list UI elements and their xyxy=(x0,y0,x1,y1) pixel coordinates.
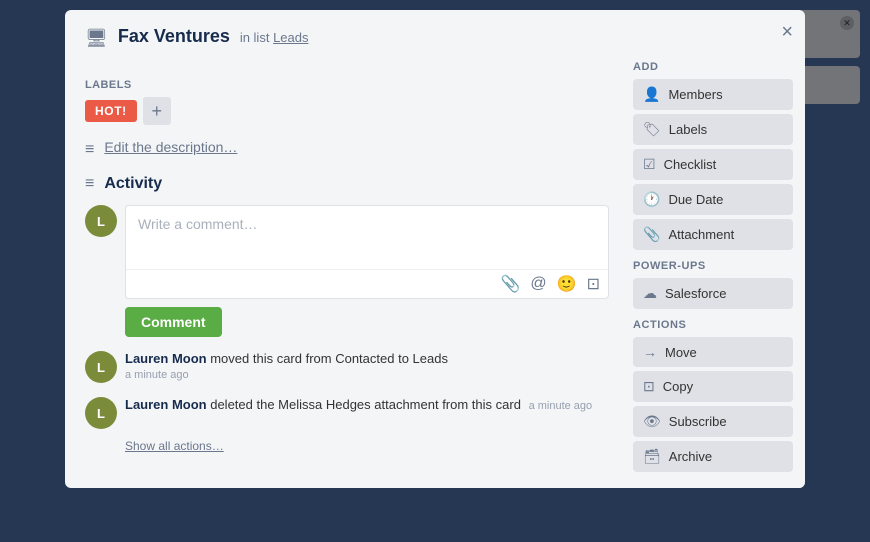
subscribe-icon: 👁 xyxy=(643,413,661,430)
activity-avatar-1: L xyxy=(85,351,117,383)
card-tool-icon[interactable]: ⊡ xyxy=(587,274,600,294)
labels-section-title: Labels xyxy=(85,79,609,91)
due-date-icon: 🕐 xyxy=(643,191,660,208)
close-button[interactable]: × xyxy=(781,22,793,42)
comment-button[interactable]: Comment xyxy=(125,307,222,337)
mention-tool-icon[interactable]: @ xyxy=(530,275,546,293)
comment-row: L 📎 @ 🙂 ⊡ xyxy=(85,205,609,299)
comment-box-wrapper: 📎 @ 🙂 ⊡ xyxy=(125,205,609,299)
list-name-link[interactable]: Leads xyxy=(273,30,308,45)
activity-icon: ≡ xyxy=(85,175,94,193)
labels-btn-label: Labels xyxy=(669,122,707,137)
modal-right-panel: Add 👤 Members 🏷 Labels ☑ Checklist 🕐 Due… xyxy=(625,49,805,488)
modal-overlay: × 🖥 Fax Ventures in list Leads Labels HO… xyxy=(0,0,870,542)
members-button[interactable]: 👤 Members xyxy=(633,79,793,110)
activity-text-1: Lauren Moon moved this card from Contact… xyxy=(125,351,609,381)
activity-user-1: Lauren Moon xyxy=(125,351,207,366)
move-label: Move xyxy=(665,345,697,360)
header-title-group: Fax Ventures in list Leads xyxy=(118,26,785,47)
user-avatar: L xyxy=(85,205,117,237)
edit-description-button[interactable]: Edit the description… xyxy=(104,139,237,155)
activity-avatar-2: L xyxy=(85,397,117,429)
add-label-button[interactable]: + xyxy=(143,97,171,125)
subscribe-label: Subscribe xyxy=(669,414,727,429)
copy-button[interactable]: ⊡ Copy xyxy=(633,371,793,402)
attachment-button[interactable]: 📎 Attachment xyxy=(633,219,793,250)
attachment-icon: 📎 xyxy=(643,226,660,243)
card-modal: × 🖥 Fax Ventures in list Leads Labels HO… xyxy=(65,10,805,488)
activity-action-2: deleted the Melissa Hedges attachment fr… xyxy=(207,397,521,412)
show-all-actions-button[interactable]: Show all actions… xyxy=(125,439,224,453)
salesforce-icon: ☁ xyxy=(643,285,657,302)
powerups-section-title: Power-Ups xyxy=(633,260,793,272)
activity-item-1: L Lauren Moon moved this card from Conta… xyxy=(85,351,609,383)
members-label: Members xyxy=(668,87,722,102)
in-list-label: in list Leads xyxy=(240,30,309,45)
archive-label: Archive xyxy=(669,449,712,464)
labels-row: HOT! + xyxy=(85,97,609,125)
labels-icon: 🏷 xyxy=(643,121,661,138)
archive-button[interactable]: 🗃 Archive xyxy=(633,441,793,472)
subscribe-button[interactable]: 👁 Subscribe xyxy=(633,406,793,437)
attachment-label: Attachment xyxy=(668,227,734,242)
copy-label: Copy xyxy=(663,379,693,394)
archive-icon: 🗃 xyxy=(643,448,661,465)
description-row: ≡ Edit the description… xyxy=(85,139,609,159)
card-type-icon: 🖥 xyxy=(85,28,108,49)
comment-input[interactable] xyxy=(126,206,608,266)
activity-header: ≡ Activity xyxy=(85,175,609,193)
members-icon: 👤 xyxy=(643,86,660,103)
activity-item-2: L Lauren Moon deleted the Melissa Hedges… xyxy=(85,397,609,429)
activity-user-2: Lauren Moon xyxy=(125,397,207,412)
modal-left-panel: Labels HOT! + ≡ Edit the description… ≡ … xyxy=(65,49,625,488)
checklist-label: Checklist xyxy=(664,157,717,172)
emoji-tool-icon[interactable]: 🙂 xyxy=(557,274,577,294)
hot-label-tag[interactable]: HOT! xyxy=(85,100,137,122)
attachment-tool-icon[interactable]: 📎 xyxy=(501,274,521,294)
activity-time-inline-2: a minute ago xyxy=(529,400,593,412)
move-button[interactable]: → Move xyxy=(633,337,793,367)
card-title: Fax Ventures xyxy=(118,26,230,46)
checklist-button[interactable]: ☑ Checklist xyxy=(633,149,793,180)
labels-button[interactable]: 🏷 Labels xyxy=(633,114,793,145)
salesforce-button[interactable]: ☁ Salesforce xyxy=(633,278,793,309)
description-icon: ≡ xyxy=(85,141,94,159)
modal-body: Labels HOT! + ≡ Edit the description… ≡ … xyxy=(65,49,805,488)
comment-toolbar: 📎 @ 🙂 ⊡ xyxy=(126,269,608,298)
checklist-icon: ☑ xyxy=(643,156,656,173)
activity-action-1: moved this card from Contacted to Leads xyxy=(207,351,448,366)
labels-section: Labels HOT! + xyxy=(85,79,609,125)
actions-section-title: Actions xyxy=(633,319,793,331)
move-icon: → xyxy=(643,344,657,360)
copy-icon: ⊡ xyxy=(643,378,655,395)
due-date-button[interactable]: 🕐 Due Date xyxy=(633,184,793,215)
add-section-title: Add xyxy=(633,61,793,73)
activity-time-1: a minute ago xyxy=(125,369,609,381)
activity-text-2: Lauren Moon deleted the Melissa Hedges a… xyxy=(125,397,609,412)
activity-title: Activity xyxy=(104,175,162,193)
due-date-label: Due Date xyxy=(668,192,723,207)
modal-header: 🖥 Fax Ventures in list Leads xyxy=(65,10,805,49)
salesforce-label: Salesforce xyxy=(665,286,726,301)
